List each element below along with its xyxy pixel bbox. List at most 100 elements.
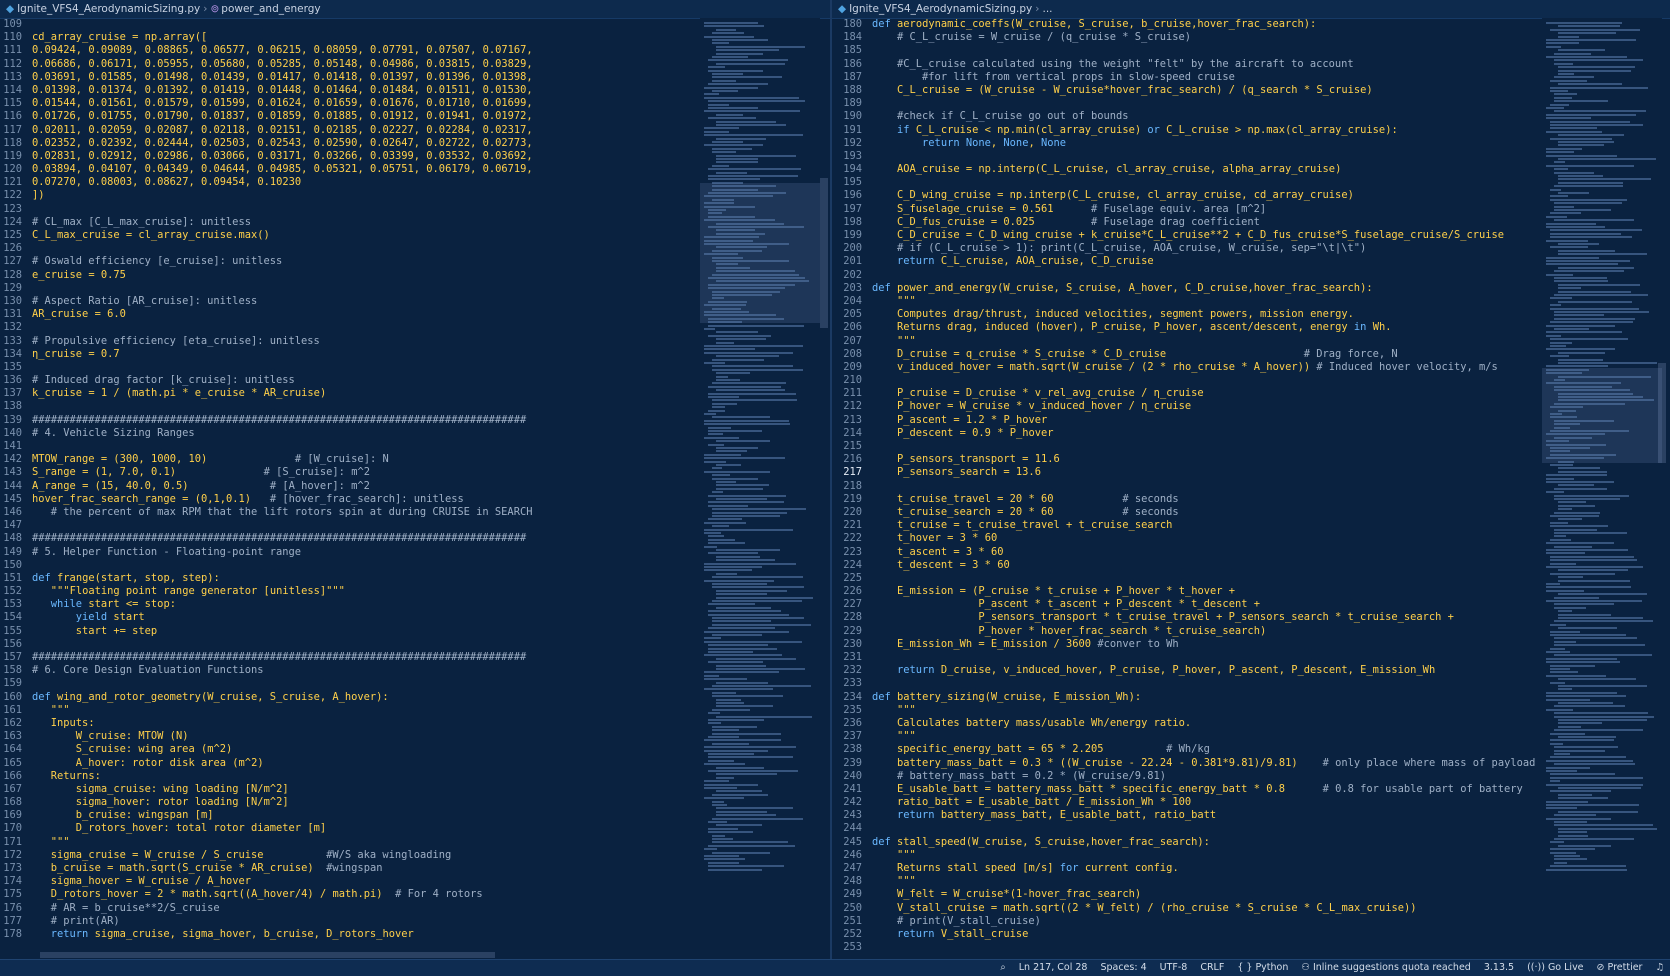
zoom-icon[interactable]: ⌕ — [1000, 960, 1005, 976]
code-line[interactable]: 200 # if (C_L_cruise > 1): print(C_L_cru… — [832, 242, 1648, 255]
line-number[interactable]: 225 — [832, 572, 862, 585]
line-number[interactable]: 227 — [832, 598, 862, 611]
line-number[interactable]: 128 — [0, 269, 22, 282]
code-line[interactable]: 189 — [832, 97, 1648, 110]
code-line[interactable]: 174 sigma_hover = W_cruise / A_hover — [0, 875, 533, 888]
code-line[interactable]: 208 D_cruise = q_cruise * S_cruise * C_D… — [832, 348, 1648, 361]
line-number[interactable]: 211 — [832, 387, 862, 400]
line-number[interactable]: 195 — [832, 176, 862, 189]
code-line[interactable]: 247 Returns stall speed [m/s] for curren… — [832, 862, 1648, 875]
code-line[interactable]: 250 V_stall_cruise = math.sqrt((2 * W_fe… — [832, 902, 1648, 915]
line-number[interactable]: 166 — [0, 770, 22, 783]
minimap[interactable] — [1542, 18, 1662, 960]
line-number[interactable]: 240 — [832, 770, 862, 783]
line-number[interactable]: 148 — [0, 532, 22, 545]
line-number[interactable]: 118 — [0, 137, 22, 150]
code-line[interactable]: 198 C_D_fus_cruise = 0.025 # Fuselage dr… — [832, 216, 1648, 229]
code-line[interactable]: 252 return V_stall_cruise — [832, 928, 1648, 941]
code-line[interactable]: 126 — [0, 242, 533, 255]
line-number[interactable]: 172 — [0, 849, 22, 862]
line-number[interactable]: 217 — [832, 466, 862, 479]
line-number[interactable]: 231 — [832, 651, 862, 664]
code-line[interactable]: 141 — [0, 440, 533, 453]
code-line[interactable]: 184 # C_L_cruise = W_cruise / (q_cruise … — [832, 31, 1648, 44]
left-editor-pane[interactable]: ◆ Ignite_VFS4_AerodynamicSizing.py › ⊚ power… — [0, 0, 830, 960]
code-line[interactable]: 161 """ — [0, 704, 533, 717]
code-line[interactable]: 249 W_felt = W_cruise*(1-hover_frac_sear… — [832, 888, 1648, 901]
code-line[interactable]: 169 b_cruise: wingspan [m] — [0, 809, 533, 822]
code-line[interactable]: 232 return D_cruise, v_induced_hover, P_… — [832, 664, 1648, 677]
line-number[interactable]: 245 — [832, 836, 862, 849]
line-number[interactable]: 237 — [832, 730, 862, 743]
line-number[interactable]: 141 — [0, 440, 22, 453]
line-number[interactable]: 155 — [0, 625, 22, 638]
line-number[interactable]: 247 — [832, 862, 862, 875]
line-number[interactable]: 144 — [0, 480, 22, 493]
code-line[interactable]: 245 def stall_speed(W_cruise, S_cruise,ho… — [832, 836, 1648, 849]
line-number[interactable]: 125 — [0, 229, 22, 242]
line-number[interactable]: 163 — [0, 730, 22, 743]
line-number[interactable]: 241 — [832, 783, 862, 796]
line-number[interactable]: 197 — [832, 203, 862, 216]
code-line[interactable]: 220 t_cruise_search = 20 * 60 # seconds — [832, 506, 1648, 519]
code-line[interactable]: 205 Computes drag/thrust, induced veloci… — [832, 308, 1648, 321]
line-number[interactable]: 246 — [832, 849, 862, 862]
line-number[interactable]: 130 — [0, 295, 22, 308]
line-number[interactable]: 153 — [0, 598, 22, 611]
indentation[interactable]: Spaces: 4 — [1100, 960, 1146, 976]
code-line[interactable]: 166 Returns: — [0, 770, 533, 783]
line-number[interactable]: 210 — [832, 374, 862, 387]
code-line[interactable]: 172 sigma_cruise = W_cruise / S_cruise #… — [0, 849, 533, 862]
line-number[interactable]: 202 — [832, 269, 862, 282]
code-area[interactable]: 180 def aerodynamic_coeffs(W_cruise, S_cr… — [832, 18, 1648, 954]
code-line[interactable]: 134 η_cruise = 0.7 — [0, 348, 533, 361]
line-number[interactable]: 127 — [0, 255, 22, 268]
code-line[interactable]: 152 """Floating point range generator [u… — [0, 585, 533, 598]
code-line[interactable]: 146 # the percent of max RPM that the li… — [0, 506, 533, 519]
line-number[interactable]: 147 — [0, 519, 22, 532]
line-number[interactable]: 157 — [0, 651, 22, 664]
copilot-status[interactable]: ⚇ Inline suggestions quota reached — [1301, 960, 1470, 976]
code-line[interactable]: 125 C_L_max_cruise = cl_array_cruise.max(… — [0, 229, 533, 242]
line-number[interactable]: 205 — [832, 308, 862, 321]
right-editor-pane[interactable]: ◆ Ignite_VFS4_AerodynamicSizing.py ›... 18… — [832, 0, 1670, 960]
prettier-button[interactable]: ⊘ Prettier — [1597, 960, 1643, 976]
code-line[interactable]: 173 b_cruise = math.sqrt(S_cruise * AR_c… — [0, 862, 533, 875]
line-number[interactable]: 184 — [832, 31, 862, 44]
line-number[interactable]: 203 — [832, 282, 862, 295]
line-number[interactable]: 185 — [832, 44, 862, 57]
code-line[interactable]: 214 P_descent = 0.9 * P_hover — [832, 427, 1648, 440]
code-line[interactable]: 251 # print(V_stall_cruise) — [832, 915, 1648, 928]
code-line[interactable]: 149 # 5. Helper Function - Floating-point… — [0, 546, 533, 559]
line-number[interactable]: 116 — [0, 110, 22, 123]
code-line[interactable]: 171 """ — [0, 836, 533, 849]
go-live-button[interactable]: ((·)) Go Live — [1527, 960, 1583, 976]
code-line[interactable]: 212 P_hover = W_cruise * v_induced_hover… — [832, 400, 1648, 413]
code-line[interactable]: 201 return C_L_cruise, AOA_cruise, C_D_c… — [832, 255, 1648, 268]
line-number[interactable]: 120 — [0, 163, 22, 176]
code-line[interactable]: 185 — [832, 44, 1648, 57]
code-line[interactable]: 136 # Induced drag factor [k_cruise]: uni… — [0, 374, 533, 387]
code-line[interactable]: 119 0.02831, 0.02912, 0.02986, 0.03066, 0… — [0, 150, 532, 163]
line-number[interactable]: 149 — [0, 546, 22, 559]
line-number[interactable]: 167 — [0, 783, 22, 796]
line-number[interactable]: 176 — [0, 902, 22, 915]
line-number[interactable]: 115 — [0, 97, 22, 110]
code-line[interactable]: 177 # print(AR) — [0, 915, 533, 928]
line-number[interactable]: 109 — [0, 18, 22, 31]
line-number[interactable]: 220 — [832, 506, 862, 519]
line-number[interactable]: 169 — [0, 809, 22, 822]
line-number[interactable]: 121 — [0, 176, 22, 189]
code-line[interactable]: 132 — [0, 321, 533, 334]
line-number[interactable]: 236 — [832, 717, 862, 730]
code-line[interactable]: 253 — [832, 941, 1648, 954]
code-line[interactable]: 128 e_cruise = 0.75 — [0, 269, 533, 282]
code-line[interactable]: 204 """ — [832, 295, 1648, 308]
code-line[interactable]: 110 cd_array_cruise = np.array([ — [0, 31, 533, 44]
code-line[interactable]: 159 — [0, 677, 533, 690]
code-line[interactable]: 157 #####################################… — [0, 651, 533, 664]
line-number[interactable]: 164 — [0, 743, 22, 756]
code-line[interactable]: 187 #for lift from vertical props in slo… — [832, 71, 1648, 84]
code-line[interactable]: 160 def wing_and_rotor_geometry(W_cruise,… — [0, 691, 533, 704]
line-number[interactable]: 168 — [0, 796, 22, 809]
